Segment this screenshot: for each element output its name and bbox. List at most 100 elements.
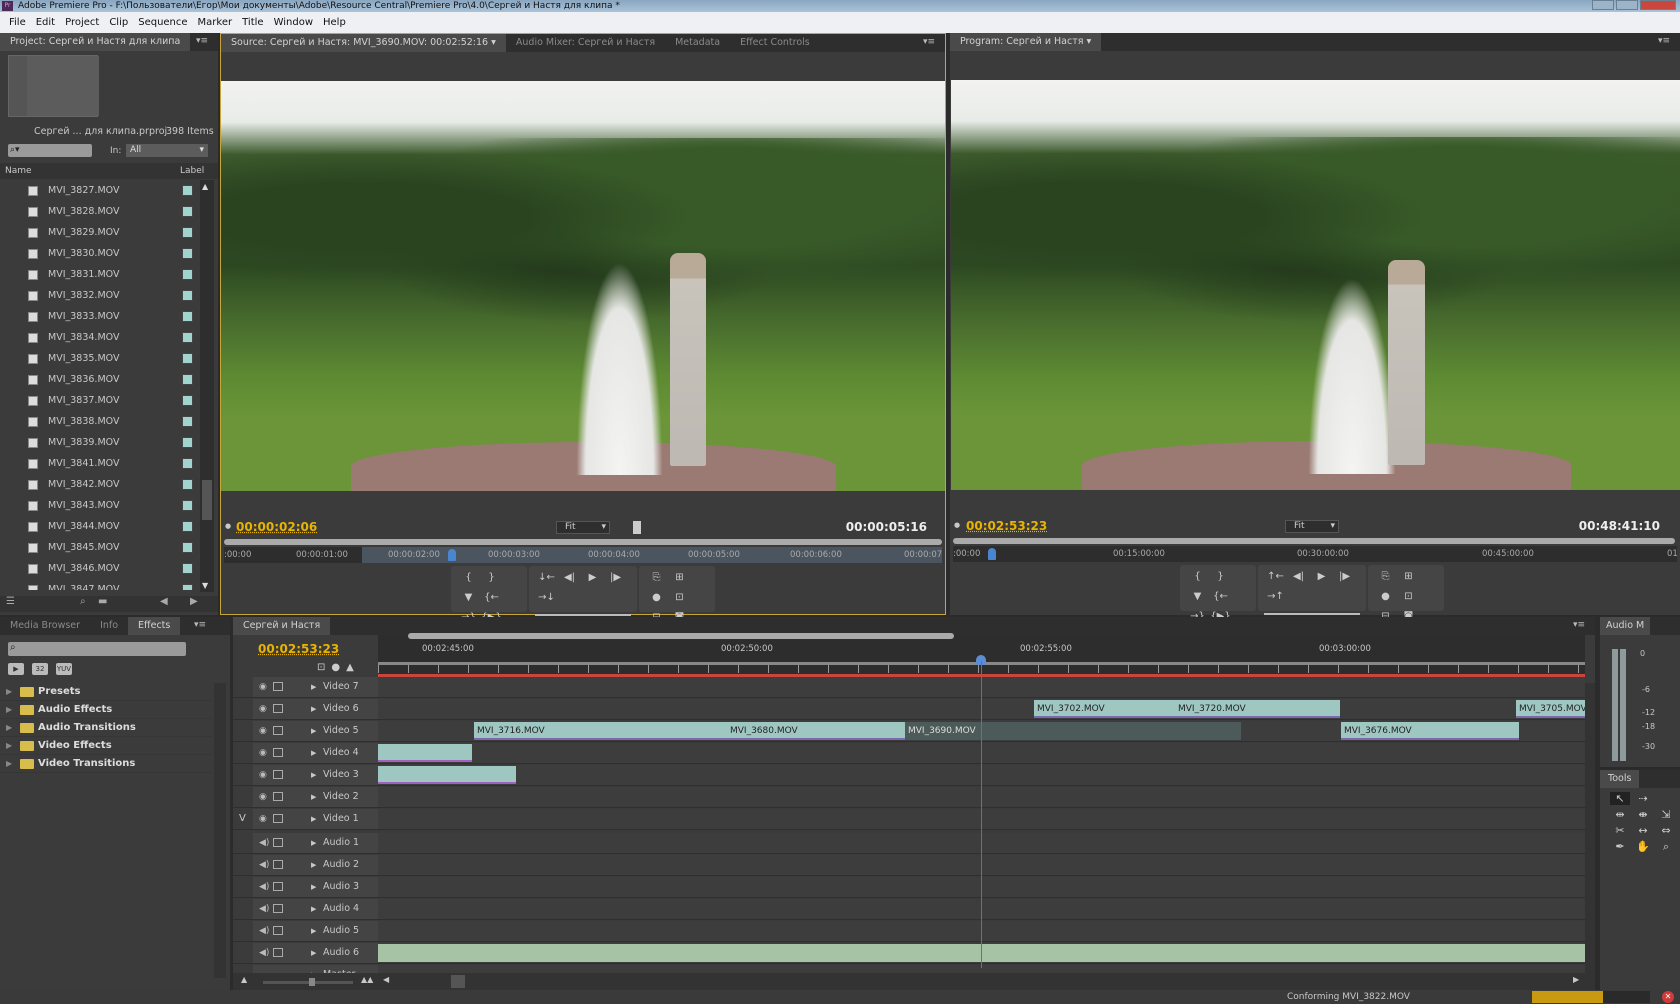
expand-icon[interactable]: ▶ — [311, 677, 316, 697]
step-forward-icon[interactable]: |▶ — [1333, 567, 1356, 587]
minimize-button[interactable] — [1592, 0, 1614, 10]
effects-folder-audio-effects[interactable]: ▶ Audio Effects — [0, 701, 212, 719]
expand-icon[interactable]: ▶ — [311, 699, 316, 719]
sync-lock-icon[interactable] — [273, 814, 283, 823]
program-zoom-select[interactable]: Fit ▾ — [1285, 520, 1339, 533]
panel-menu-icon[interactable]: ▾≡ — [1573, 620, 1585, 630]
expand-icon[interactable]: ▶ — [311, 743, 316, 763]
sync-lock-icon[interactable] — [273, 860, 283, 869]
expand-icon[interactable]: ▶ — [311, 765, 316, 785]
project-item[interactable]: MVI_3845.MOV — [0, 537, 198, 558]
menu-help[interactable]: Help — [318, 17, 351, 28]
project-item[interactable]: MVI_3835.MOV — [0, 348, 198, 369]
sync-lock-icon[interactable] — [273, 838, 283, 847]
tab-sequence[interactable]: Сергей и Настя — [233, 617, 331, 635]
program-time-ruler[interactable]: :00:00 00:15:00:00 00:30:00:00 00:45:00:00 0… — [953, 546, 1678, 562]
go-to-in-icon[interactable]: {← — [1209, 587, 1232, 607]
effects-search-input[interactable]: ⌕ — [8, 642, 186, 656]
track-header[interactable]: ◀) ▶ Audio 5 — [253, 921, 378, 941]
panel-menu-icon[interactable]: ▾≡ — [196, 36, 208, 46]
timeline-clip[interactable] — [378, 766, 516, 784]
insert-icon[interactable]: ⊡ — [668, 588, 691, 608]
tab-source[interactable]: Source: Сергей и Настя: MVI_3690.MOV: 00… — [221, 34, 506, 52]
timeline-zoom-scrollbar[interactable] — [408, 633, 954, 639]
eye-icon[interactable]: ◉ — [259, 809, 267, 829]
track-header[interactable]: ◉ ▶ Video 6 — [253, 699, 378, 719]
project-item[interactable]: MVI_3838.MOV — [0, 411, 198, 432]
menu-marker[interactable]: Marker — [193, 17, 238, 28]
chevron-down-icon[interactable]: ▾ — [491, 37, 496, 48]
track-select-tool-icon[interactable]: ⇢ — [1633, 792, 1653, 805]
previous-edit-icon[interactable]: ↓← — [535, 568, 558, 588]
project-item[interactable]: MVI_3842.MOV — [0, 474, 198, 495]
project-item[interactable]: MVI_3829.MOV — [0, 222, 198, 243]
chevron-down-icon[interactable]: ▾ — [1087, 36, 1092, 47]
project-item[interactable]: MVI_3833.MOV — [0, 306, 198, 327]
next-edit-icon[interactable]: →↓ — [535, 588, 558, 608]
panel-menu-icon[interactable]: ▾≡ — [194, 620, 206, 630]
scroll-right-icon[interactable]: ▶ — [1573, 975, 1579, 984]
tab-audio-mixer[interactable]: Audio Mixer: Сергей и Настя — [506, 34, 665, 52]
effects-scrollbar[interactable] — [214, 683, 226, 978]
speaker-icon[interactable]: ◀) — [259, 921, 269, 941]
tab-audio-meters[interactable]: Audio M — [1600, 617, 1651, 635]
timeline-clip[interactable]: MVI_3680.MOV — [727, 722, 905, 740]
scroll-thumb[interactable] — [202, 480, 212, 520]
safe-margins-icon[interactable]: ⊞ — [668, 568, 691, 588]
step-back-icon[interactable]: ◀| — [558, 568, 581, 588]
eye-icon[interactable]: ◉ — [259, 743, 267, 763]
loop-icon[interactable]: ⎘ — [645, 568, 668, 588]
project-search-input[interactable]: ⌕▾ — [8, 144, 92, 157]
menu-edit[interactable]: Edit — [31, 17, 60, 28]
menu-title[interactable]: Title — [237, 17, 268, 28]
eye-icon[interactable]: ◉ — [259, 765, 267, 785]
project-item[interactable]: MVI_3827.MOV — [0, 180, 198, 201]
32bit-effects-icon[interactable]: 32 — [32, 663, 48, 675]
sync-lock-icon[interactable] — [273, 926, 283, 935]
timeline-clip[interactable]: MVI_3720.MOV — [1175, 700, 1340, 718]
effects-folder-audio-transitions[interactable]: ▶ Audio Transitions — [0, 719, 212, 737]
zoom-out-icon[interactable]: ▲ — [241, 975, 247, 984]
output-icon[interactable]: ● — [645, 588, 668, 608]
effects-folder-video-effects[interactable]: ▶ Video Effects — [0, 737, 212, 755]
next-edit-icon[interactable]: →↑ — [1264, 587, 1287, 607]
timeline-zoom-slider[interactable] — [263, 978, 353, 986]
tab-project[interactable]: Project: Сергей и Настя для клипа — [0, 33, 191, 51]
timeline-clip[interactable]: MVI_3690.MOV — [905, 722, 1241, 740]
accelerated-effects-icon[interactable]: ▶ — [8, 663, 24, 675]
project-item[interactable]: MVI_3837.MOV — [0, 390, 198, 411]
timeline-clip[interactable]: MVI_3702.MOV — [1034, 700, 1175, 718]
sync-lock-icon[interactable] — [273, 792, 283, 801]
safe-margins-icon[interactable]: ⊞ — [1397, 567, 1420, 587]
maximize-button[interactable] — [1616, 0, 1638, 10]
set-marker-icon[interactable]: ▼ — [457, 588, 480, 608]
mark-in-icon[interactable]: { — [457, 568, 480, 588]
expand-icon[interactable]: ▶ — [311, 877, 316, 897]
find-icon[interactable]: ⌕ — [80, 596, 86, 607]
speaker-icon[interactable]: ◀) — [259, 877, 269, 897]
timeline-vertical-scrollbar[interactable] — [1585, 683, 1595, 973]
selection-tool-icon[interactable]: ↖ — [1610, 792, 1630, 805]
new-bin-icon[interactable]: ▬ — [98, 596, 107, 607]
mark-out-icon[interactable]: } — [1209, 567, 1232, 587]
razor-tool-icon[interactable]: ✂ — [1610, 824, 1630, 837]
menu-project[interactable]: Project — [60, 17, 104, 28]
tab-effect-controls[interactable]: Effect Controls — [730, 34, 820, 52]
menu-file[interactable]: File — [4, 17, 31, 28]
project-item[interactable]: MVI_3832.MOV — [0, 285, 198, 306]
effects-folder-video-transitions[interactable]: ▶ Video Transitions — [0, 755, 212, 773]
tab-info[interactable]: Info — [90, 617, 128, 635]
mark-in-icon[interactable]: { — [1186, 567, 1209, 587]
expand-icon[interactable]: ▶ — [311, 921, 316, 941]
ripple-edit-tool-icon[interactable]: ⇹ — [1610, 808, 1630, 821]
speaker-icon[interactable]: ◀) — [259, 833, 269, 853]
source-zoom-select[interactable]: Fit ▾ — [556, 521, 610, 534]
pen-tool-icon[interactable]: ✒ — [1610, 840, 1630, 854]
keyframe-icon[interactable]: ▲ — [346, 662, 360, 673]
menu-clip[interactable]: Clip — [104, 17, 133, 28]
timeline-clip[interactable]: MVI_3716.MOV — [474, 722, 727, 740]
scroll-right-icon[interactable]: ▶ — [190, 596, 198, 607]
timeline-current-timecode[interactable]: 00:02:53:23 — [258, 642, 339, 656]
scroll-left-icon[interactable]: ◀ — [383, 975, 389, 984]
sync-lock-icon[interactable] — [273, 704, 283, 713]
